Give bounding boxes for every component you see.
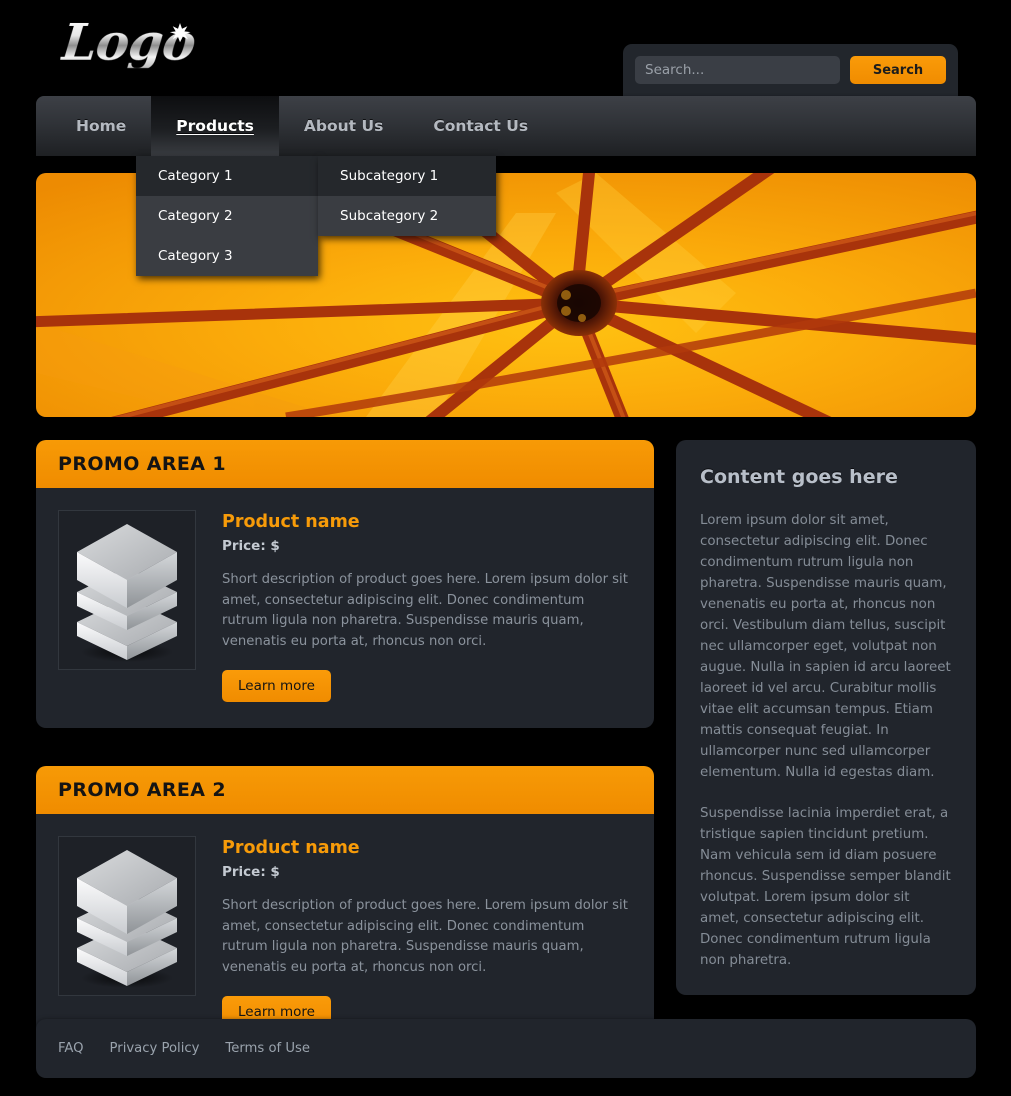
footer-link-terms-of-use[interactable]: Terms of Use	[225, 1041, 310, 1056]
promo-heading: PROMO AREA 2	[36, 766, 654, 814]
footer-link-privacy-policy[interactable]: Privacy Policy	[110, 1041, 200, 1056]
product-info: Product name Price: $ Short description …	[222, 836, 632, 1028]
site-header: Logo Search	[0, 0, 1011, 96]
star-sparkle-icon	[169, 23, 191, 43]
product-thumbnail[interactable]	[58, 510, 196, 670]
dropdown-item-category-1[interactable]: Category 1	[136, 156, 318, 196]
promo-area-2: PROMO AREA 2 Product name Price: $ Short…	[36, 766, 654, 1054]
subcategory-menu: Subcategory 1 Subcategory 2	[318, 156, 496, 236]
nav-label: Products	[176, 117, 254, 135]
site-footer: FAQ Privacy Policy Terms of Use	[36, 1019, 976, 1078]
nav-label: About Us	[303, 117, 384, 135]
left-column: PROMO AREA 1 Product name Price: $ Short…	[36, 440, 654, 1092]
sidebar-paragraph: Suspendisse lacinia imperdiet erat, a tr…	[700, 806, 951, 968]
nav-item-contact-us[interactable]: Contact Us	[408, 96, 553, 156]
product-price: Price: $	[222, 864, 280, 880]
products-dropdown-menu: Category 1 Category 2 Category 3	[136, 156, 318, 276]
nav-label: Contact Us	[433, 117, 529, 135]
promo-body: Product name Price: $ Short description …	[36, 488, 654, 728]
search-container: Search	[623, 44, 958, 96]
nav-item-about-us[interactable]: About Us	[279, 96, 408, 156]
search-input[interactable]	[635, 56, 840, 84]
promo-area-1: PROMO AREA 1 Product name Price: $ Short…	[36, 440, 654, 728]
nav-item-products[interactable]: Products	[151, 96, 279, 156]
dropdown-item-category-2[interactable]: Category 2	[136, 196, 318, 236]
footer-link-faq[interactable]: FAQ	[58, 1041, 84, 1056]
product-info: Product name Price: $ Short description …	[222, 510, 632, 702]
nav-label: Home	[76, 117, 127, 135]
stacked-cubes-icon	[77, 524, 177, 662]
product-description: Short description of product goes here. …	[222, 898, 628, 975]
dropdown-item-category-3[interactable]: Category 3	[136, 236, 318, 276]
product-thumbnail[interactable]	[58, 836, 196, 996]
nav-item-home[interactable]: Home	[36, 96, 151, 156]
learn-more-button[interactable]: Learn more	[222, 670, 331, 702]
product-price: Price: $	[222, 538, 280, 554]
page-root: Logo Search Home Products About Us Conta…	[0, 0, 1011, 1096]
sidebar-title: Content goes here	[700, 466, 898, 488]
product-description: Short description of product goes here. …	[222, 572, 628, 649]
sidebar-paragraph: Lorem ipsum dolor sit amet, consectetur …	[700, 513, 951, 780]
submenu-item-subcategory-2[interactable]: Subcategory 2	[318, 196, 496, 236]
product-name: Product name	[222, 838, 360, 858]
search-button[interactable]: Search	[850, 56, 946, 84]
product-name: Product name	[222, 512, 360, 532]
promo-body: Product name Price: $ Short description …	[36, 814, 654, 1054]
stacked-cubes-icon	[77, 850, 177, 988]
main-navigation: Home Products About Us Contact Us	[36, 96, 976, 156]
promo-heading: PROMO AREA 1	[36, 440, 654, 488]
submenu-item-subcategory-1[interactable]: Subcategory 1	[318, 156, 496, 196]
sidebar-content-panel: Content goes here Lorem ipsum dolor sit …	[676, 440, 976, 995]
